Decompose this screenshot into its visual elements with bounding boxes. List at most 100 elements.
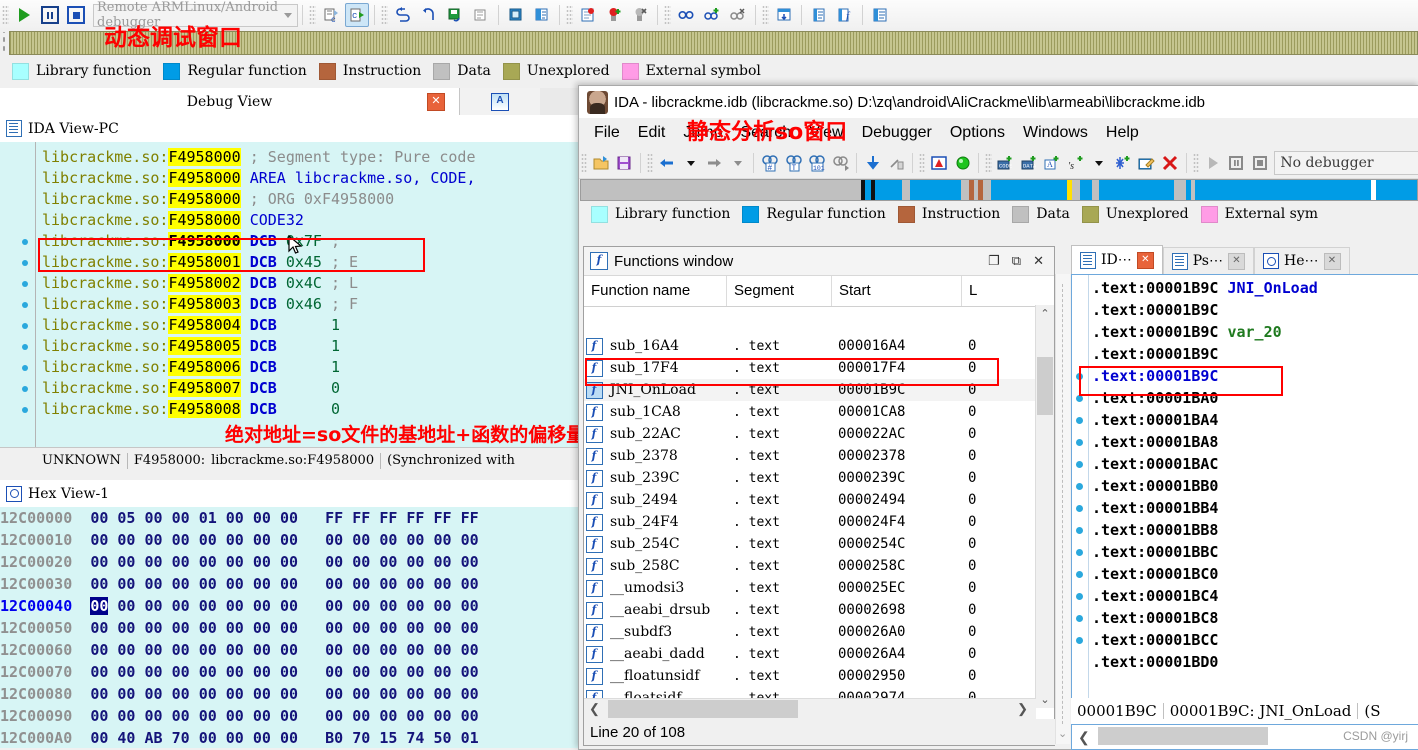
table-row[interactable]: f sub_254C . text 0000254C 0 <box>584 533 1036 555</box>
breakpoint-dot-icon[interactable] <box>22 239 28 245</box>
hex-byte[interactable]: 00 <box>280 663 298 681</box>
tab-hex-view[interactable]: Hex View-1 <box>0 480 584 508</box>
breakpoint-dot-icon[interactable] <box>1076 505 1083 512</box>
hex-byte[interactable]: 40 <box>117 729 135 747</box>
hex-byte[interactable]: 00 <box>461 619 479 637</box>
hex-row[interactable]: 12C00080 00 00 00 00 00 00 00 00 00 00 0… <box>0 683 488 705</box>
delete-breakpoint-button[interactable] <box>628 3 652 27</box>
hex-byte[interactable]: 70 <box>352 729 370 747</box>
disassembly-row[interactable]: libcrackme.so:F4958001 DCB 0x45 ; E <box>42 252 358 273</box>
disassembly-row[interactable]: .text:00001BC8 <box>1092 607 1218 629</box>
table-row[interactable]: f JNI_OnLoad . text 00001B9C 0 <box>584 379 1036 401</box>
disassembly-row[interactable]: .text:00001BB4 <box>1092 497 1218 519</box>
hex-row[interactable]: 12C00060 00 00 00 00 00 00 00 00 00 00 0… <box>0 639 488 661</box>
watch-list-button[interactable] <box>674 3 698 27</box>
scrollbar-thumb[interactable] <box>1098 727 1268 745</box>
debugger-run-button[interactable] <box>1202 151 1224 175</box>
debugger-selector[interactable]: No debugger <box>1274 151 1418 175</box>
close-icon[interactable]: ✕ <box>1228 252 1245 270</box>
hex-byte[interactable]: 00 <box>226 729 244 747</box>
stop-button[interactable] <box>64 3 88 27</box>
search-binary-button[interactable]: 101 <box>806 151 828 175</box>
toolbar-grip[interactable] <box>664 5 671 25</box>
menu-windows[interactable]: Windows <box>1014 122 1097 144</box>
hex-row[interactable]: 12C00090 00 00 00 00 00 00 00 00 00 00 0… <box>0 705 488 727</box>
hex-byte[interactable]: 00 <box>406 707 424 725</box>
hex-byte[interactable]: 00 <box>145 685 163 703</box>
disassembly-row[interactable]: libcrackme.so:F4958004 DCB 1 <box>42 315 340 336</box>
functions-vertical-scrollbar[interactable]: ⌃ ⌄ <box>1035 305 1054 708</box>
hex-byte[interactable]: 00 <box>280 641 298 659</box>
module-list-button[interactable] <box>868 3 892 27</box>
struct-dropdown-button[interactable] <box>1089 151 1111 175</box>
hex-byte[interactable]: 50 <box>434 729 452 747</box>
table-row[interactable]: f sub_24F4 . text 000024F4 0 <box>584 511 1036 533</box>
search-text-button[interactable]: T <box>783 151 805 175</box>
table-row[interactable]: f sub_1CA8 . text 00001CA8 0 <box>584 401 1036 423</box>
hex-byte[interactable]: 00 <box>90 553 108 571</box>
hex-byte[interactable]: 00 <box>253 707 271 725</box>
hex-byte[interactable]: 00 <box>226 707 244 725</box>
trace-window-button[interactable] <box>469 3 493 27</box>
hex-row[interactable]: 12C00010 00 00 00 00 00 00 00 00 00 00 0… <box>0 529 488 551</box>
disassembly-row[interactable]: libcrackme.so:F4958006 DCB 1 <box>42 357 340 378</box>
hex-byte[interactable]: 00 <box>406 619 424 637</box>
back-button[interactable] <box>656 151 678 175</box>
disassembly-row[interactable]: .text:00001B9C JNI_OnLoad <box>1092 277 1318 299</box>
hex-byte[interactable]: 00 <box>253 531 271 549</box>
hex-byte[interactable]: 00 <box>253 663 271 681</box>
hex-byte[interactable]: 00 <box>352 685 370 703</box>
hex-byte[interactable]: 00 <box>199 685 217 703</box>
hex-row[interactable]: 12C00030 00 00 00 00 00 00 00 00 00 00 0… <box>0 573 488 595</box>
step-into-button[interactable]: c <box>319 3 343 27</box>
warning-button[interactable] <box>928 151 950 175</box>
hex-byte[interactable]: 00 <box>226 575 244 593</box>
breakpoint-dot-icon[interactable] <box>1076 439 1083 446</box>
hex-byte[interactable]: 00 <box>199 663 217 681</box>
hex-byte[interactable]: 00 <box>461 531 479 549</box>
breakpoint-dot-icon[interactable] <box>1076 461 1083 468</box>
make-ascii-button[interactable]: A <box>1042 151 1064 175</box>
scrollbar-thumb[interactable] <box>1037 357 1053 415</box>
hex-byte[interactable]: 00 <box>325 531 343 549</box>
make-struct-button[interactable]: 's <box>1065 151 1087 175</box>
hex-byte[interactable]: 00 <box>461 575 479 593</box>
hex-byte[interactable]: 00 <box>90 509 108 527</box>
no-jump-button[interactable] <box>886 151 908 175</box>
hex-byte[interactable]: 00 <box>434 663 452 681</box>
breakpoint-dot-icon[interactable] <box>22 260 28 266</box>
add-breakpoint-button[interactable] <box>602 3 626 27</box>
hex-byte[interactable]: 00 <box>434 619 452 637</box>
table-row[interactable]: f sub_239C . text 0000239C 0 <box>584 467 1036 489</box>
tab-hex-view[interactable]: He⋯ ✕ <box>1254 247 1350 274</box>
chevron-down-icon[interactable]: ⌄ <box>1058 727 1067 740</box>
breakpoint-dot-icon[interactable] <box>22 386 28 392</box>
hex-byte[interactable]: 00 <box>406 597 424 615</box>
breakpoint-dot-icon[interactable] <box>22 323 28 329</box>
hex-byte[interactable]: 00 <box>253 509 271 527</box>
breakpoint-dot-icon[interactable] <box>22 344 28 350</box>
hex-byte[interactable]: 00 <box>434 575 452 593</box>
hex-byte[interactable]: 00 <box>406 531 424 549</box>
make-function-button[interactable] <box>1112 151 1134 175</box>
hex-byte[interactable]: 00 <box>199 575 217 593</box>
navigator-grip[interactable] <box>0 32 9 54</box>
breakpoint-dot-icon[interactable] <box>1076 395 1083 402</box>
hex-byte[interactable]: 00 <box>199 641 217 659</box>
disassembly-row[interactable]: .text:00001BB8 <box>1092 519 1218 541</box>
delete-button[interactable] <box>1159 151 1181 175</box>
ida-horizontal-scrollbar[interactable]: ❮ CSDN @yirj <box>1071 724 1418 750</box>
hex-byte[interactable]: 00 <box>379 685 397 703</box>
hex-byte[interactable]: 00 <box>280 597 298 615</box>
toolbar-grip[interactable] <box>985 153 992 173</box>
hex-byte[interactable]: 00 <box>434 553 452 571</box>
close-icon[interactable]: ✕ <box>1033 253 1044 269</box>
hex-byte[interactable]: 00 <box>226 685 244 703</box>
hex-byte[interactable]: 00 <box>145 597 163 615</box>
toolbar-grip[interactable] <box>381 5 388 25</box>
maximize-icon[interactable]: ❐ <box>988 253 1000 269</box>
hex-byte[interactable]: 00 <box>461 707 479 725</box>
table-row[interactable]: f __umodsi3 . text 000025EC 0 <box>584 577 1036 599</box>
toolbar-grip[interactable] <box>1192 153 1199 173</box>
disassembly-row[interactable]: libcrackme.so:F4958002 DCB 0x4C ; L <box>42 273 358 294</box>
